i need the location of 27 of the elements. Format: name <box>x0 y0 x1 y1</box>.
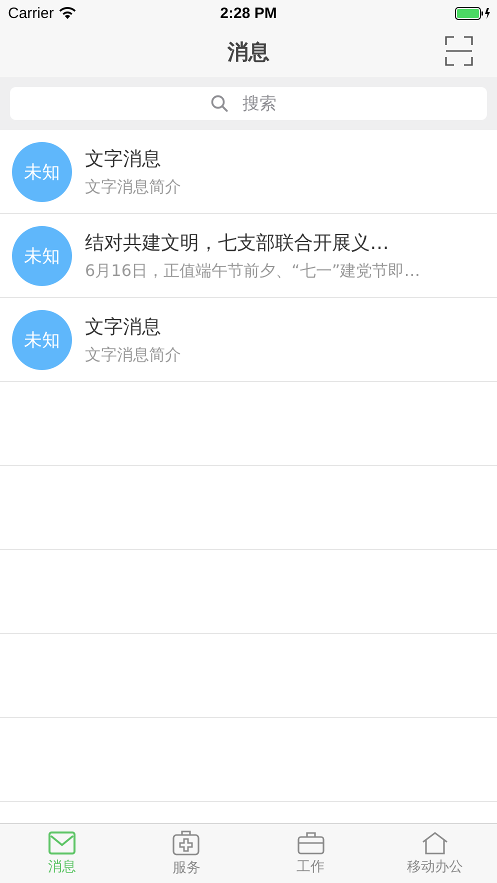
scan-icon[interactable] <box>445 36 473 66</box>
carrier-label: Carrier <box>8 4 54 22</box>
envelope-icon <box>48 831 76 855</box>
message-row[interactable]: 未知 文字消息 文字消息简介 <box>0 298 497 382</box>
avatar: 未知 <box>12 310 72 370</box>
message-title: 文字消息 <box>85 314 162 340</box>
tab-item[interactable]: 服务 <box>124 824 248 883</box>
tab-item[interactable]: 消息 <box>0 824 124 883</box>
wifi-icon <box>58 7 76 19</box>
message-title: 结对共建文明，七支部联合开展义… <box>85 230 390 256</box>
status-time: 2:28 PM <box>220 4 277 22</box>
battery-icon <box>455 6 491 20</box>
search-field[interactable]: 搜索 <box>10 87 487 120</box>
avatar: 未知 <box>12 142 72 202</box>
medical-kit-icon <box>172 830 200 856</box>
message-summary: 6月16日，正值端午节前夕、“七一”建党节即… <box>85 260 420 282</box>
tab-item[interactable]: 移动办公 <box>372 824 497 883</box>
avatar: 未知 <box>12 226 72 286</box>
message-row[interactable]: 未知 文字消息 文字消息简介 <box>0 130 497 214</box>
tab-item[interactable]: 工作 <box>248 824 373 883</box>
message-row[interactable]: 未知 结对共建文明，七支部联合开展义… 6月16日，正值端午节前夕、“七一”建党节即… <box>0 214 497 298</box>
message-summary: 文字消息简介 <box>85 176 181 198</box>
house-icon <box>420 831 449 855</box>
briefcase-icon <box>296 831 325 855</box>
message-title: 文字消息 <box>85 146 162 172</box>
page-title: 消息 <box>228 38 270 66</box>
message-summary: 文字消息简介 <box>85 344 181 366</box>
